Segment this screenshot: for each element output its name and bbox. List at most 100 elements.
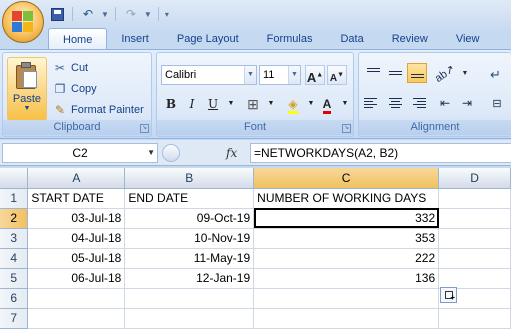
tab-page-layout[interactable]: Page Layout [163,28,253,50]
formula-input[interactable]: =NETWORKDAYS(A2, B2) [250,143,511,163]
cell-c5[interactable]: 136 [253,268,440,289]
cell-c3[interactable]: 353 [253,228,440,249]
row-header[interactable]: 1 [0,188,29,209]
cell-d4[interactable] [438,248,511,269]
copy-label: Copy [71,82,97,95]
font-size-select[interactable]: 11 ▼ [259,65,301,85]
font-launcher-icon[interactable]: ↘ [342,124,351,133]
cell-a1[interactable]: START DATE [27,188,126,209]
cut-label: Cut [71,61,89,74]
save-button[interactable] [48,6,66,22]
cell-d1[interactable] [438,188,511,209]
tab-review[interactable]: Review [378,28,442,50]
name-box[interactable]: C2 ▼ [2,143,158,163]
paste-button[interactable]: Paste ▼ [7,57,47,121]
decrease-indent-icon[interactable]: ⇤ [435,93,455,113]
cell-b1[interactable]: END DATE [124,188,255,209]
underline-dropdown-icon[interactable]: ▼ [221,93,241,113]
orientation-icon[interactable]: ab↗ [433,62,457,84]
formula-expand-icon[interactable] [162,144,180,162]
customize-toolbar-icon[interactable]: ▾ [165,10,169,19]
column-header-c[interactable]: C [253,168,440,189]
auto-fill-options-button[interactable]: + [440,287,457,303]
shrink-font-button[interactable]: A▼ [327,65,347,85]
tab-home[interactable]: Home [48,28,108,50]
cell-a2[interactable]: 03-Jul-18 [27,208,126,229]
italic-icon[interactable]: I [182,93,202,113]
font-color-dropdown-icon[interactable]: ▼ [335,93,355,113]
cell-b2[interactable]: 09-Oct-19 [124,208,255,229]
row-header[interactable]: 6 [0,288,29,309]
tab-formulas[interactable]: Formulas [253,28,327,50]
cell-b5[interactable]: 12-Jan-19 [124,268,255,289]
row-header[interactable]: 7 [0,308,29,329]
cell-a4[interactable]: 05-Jul-18 [27,248,126,269]
cell-b4[interactable]: 11-May-19 [124,248,255,269]
shrink-font-icon: A▼ [329,72,345,85]
paste-dropdown-icon[interactable]: ▼ [8,105,46,112]
format-painter-label: Format Painter [71,103,144,116]
wrap-text-icon[interactable]: ↵ [490,67,501,83]
font-group-label: Font [157,120,353,135]
fill-color-icon[interactable]: ◈ [283,93,303,114]
redo-icon: ↷ [125,7,136,21]
align-left-icon[interactable] [363,93,383,113]
formula-bar: C2 ▼ fx =NETWORKDAYS(A2, B2) [0,140,511,166]
scissors-icon: ✂ [54,60,66,75]
ribbon-tabs: Home Insert Page Layout Formulas Data Re… [48,28,493,50]
cell-b3[interactable]: 10-Nov-19 [124,228,255,249]
cell-c6[interactable] [253,288,440,309]
bottom-align-icon[interactable] [407,63,427,83]
cell-a7[interactable] [27,308,126,329]
font-name-select[interactable]: Calibri ▼ [161,65,257,85]
tab-insert[interactable]: Insert [107,28,163,50]
cell-a3[interactable]: 04-Jul-18 [27,228,126,249]
row-header[interactable]: 4 [0,248,29,269]
column-header-a[interactable]: A [27,168,126,189]
merge-center-icon[interactable]: ⊟ [487,93,507,113]
office-button[interactable] [2,1,44,43]
tab-data[interactable]: Data [326,28,377,50]
alignment-group-label: Alignment [359,120,511,135]
increase-indent-icon[interactable]: ⇥ [457,93,477,113]
cell-a5[interactable]: 06-Jul-18 [27,268,126,289]
column-header-b[interactable]: B [124,168,255,189]
cell-a6[interactable] [27,288,126,309]
undo-button[interactable]: ↶ [79,6,97,22]
bold-icon[interactable]: B [161,93,181,113]
redo-button[interactable]: ↷ [122,6,140,22]
top-align-icon[interactable] [363,63,383,83]
cell-d2[interactable] [438,208,511,229]
borders-icon[interactable]: ⊞ [243,93,263,113]
middle-align-icon[interactable] [385,63,405,83]
align-center-icon[interactable] [385,93,405,113]
underline-icon[interactable]: U [203,93,223,113]
row-header[interactable]: 3 [0,228,29,249]
cell-d7[interactable] [438,308,511,329]
cell-b6[interactable] [124,288,255,309]
cell-c2[interactable]: 332 [253,208,440,229]
row-header[interactable]: 5 [0,268,29,289]
borders-dropdown-icon[interactable]: ▼ [261,93,281,113]
select-all-corner[interactable] [0,168,29,189]
column-header-d[interactable]: D [438,168,511,189]
cell-c7[interactable] [253,308,440,329]
orientation-dropdown-icon[interactable]: ▼ [455,63,475,83]
undo-dropdown-icon[interactable]: ▼ [101,10,109,19]
copy-button[interactable]: ❐ Copy [53,78,144,99]
insert-function-icon[interactable]: fx [226,143,237,163]
cut-button[interactable]: ✂ Cut [53,57,144,78]
cell-d5[interactable] [438,268,511,289]
tab-view[interactable]: View [442,28,494,50]
cell-c1[interactable]: NUMBER OF WORKING DAYS [253,188,440,209]
font-color-icon[interactable]: A [317,93,337,114]
cell-d3[interactable] [438,228,511,249]
grow-font-button[interactable]: A▲ [305,65,325,85]
clipboard-launcher-icon[interactable]: ↘ [140,124,149,133]
redo-dropdown-icon[interactable]: ▼ [144,10,152,19]
align-right-icon[interactable] [407,93,427,113]
row-header[interactable]: 2 [0,208,29,229]
format-painter-button[interactable]: ✎ Format Painter [53,99,144,120]
cell-b7[interactable] [124,308,255,329]
cell-c4[interactable]: 222 [253,248,440,269]
